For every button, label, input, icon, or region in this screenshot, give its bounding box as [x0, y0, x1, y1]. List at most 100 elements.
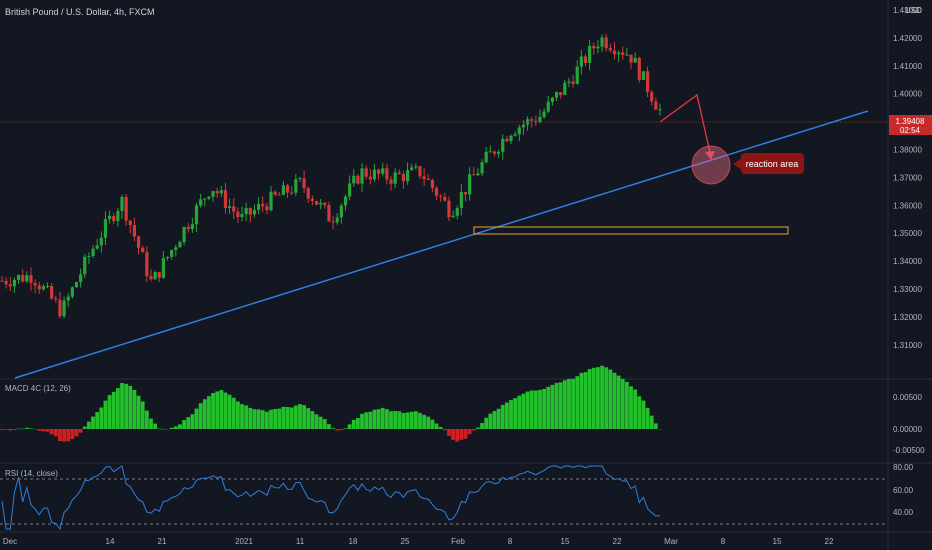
- macd-bar: [29, 428, 33, 429]
- candle-body: [298, 178, 302, 180]
- macd-bar: [124, 383, 129, 429]
- macd-bar: [120, 382, 124, 429]
- macd-bar: [87, 421, 91, 429]
- macd-bar: [178, 424, 182, 429]
- macd-bar: [426, 416, 431, 429]
- macd-bar: [376, 409, 381, 429]
- macd-bar: [335, 429, 340, 431]
- candle-body: [128, 220, 132, 226]
- candle-body: [372, 169, 377, 180]
- macd-tick-label: 0.00000: [893, 425, 922, 434]
- candle-body: [228, 206, 232, 209]
- macd-bar: [153, 423, 158, 429]
- candle-body: [389, 179, 393, 184]
- candle-body: [559, 92, 563, 96]
- candle-body: [621, 52, 625, 55]
- macd-bar: [169, 427, 174, 429]
- candle-body: [542, 111, 546, 117]
- candle-body: [74, 282, 79, 288]
- macd-bar: [186, 417, 191, 429]
- candle-body: [501, 138, 505, 152]
- countdown-timer: 02:54: [900, 126, 921, 135]
- candle-body: [530, 119, 534, 121]
- macd-bar: [500, 404, 505, 429]
- price-tick-label: 1.43000: [893, 6, 922, 15]
- macd-bar: [281, 406, 286, 429]
- macd-bar: [41, 429, 46, 432]
- price-tick-label: 1.31000: [893, 341, 922, 350]
- candle-body: [418, 166, 422, 177]
- time-tick-label: 15: [561, 537, 570, 546]
- time-tick-label: 8: [721, 537, 726, 546]
- candle-body: [459, 192, 463, 209]
- candle-body: [476, 173, 480, 176]
- macd-bar: [434, 423, 439, 429]
- candle-body: [397, 172, 401, 175]
- candle-body: [58, 299, 62, 317]
- macd-bar: [372, 409, 377, 429]
- candle-body: [232, 206, 236, 212]
- macd-bar: [517, 395, 522, 429]
- candle-body: [29, 275, 33, 283]
- macd-bar: [111, 391, 116, 429]
- candle-body: [608, 48, 612, 51]
- macd-bar: [74, 429, 79, 437]
- macd-bar: [633, 389, 638, 429]
- macd-bar: [240, 404, 244, 429]
- trading-chart[interactable]: reaction area British Pound / U.S. Dolla…: [0, 0, 932, 550]
- macd-bar: [16, 428, 21, 430]
- macd-bar: [409, 411, 414, 429]
- time-tick-label: 22: [825, 537, 834, 546]
- candle-body: [107, 215, 112, 220]
- candle-body: [79, 274, 83, 283]
- price-tick-label: 1.38000: [893, 146, 922, 155]
- macd-bar: [33, 429, 38, 430]
- candle-body: [617, 52, 621, 55]
- candle-body: [376, 169, 381, 174]
- macd-bar: [393, 410, 398, 429]
- macd-bar: [389, 411, 393, 429]
- rsi-label[interactable]: RSI (14, close): [5, 469, 58, 478]
- chart-title: British Pound / U.S. Dollar, 4h, FXCM: [5, 7, 155, 17]
- time-tick-label: 2021: [235, 537, 253, 546]
- macd-bar: [521, 393, 526, 429]
- macd-bar: [82, 426, 87, 429]
- candle-body: [625, 54, 629, 56]
- macd-label[interactable]: MACD 4C (12, 26): [5, 384, 71, 393]
- candle-body: [290, 192, 294, 194]
- current-price-value: 1.39408: [896, 117, 925, 126]
- macd-bar: [554, 382, 559, 429]
- macd-bar: [182, 420, 186, 429]
- macd-bar: [525, 391, 530, 429]
- candle-body: [207, 196, 211, 199]
- candle-body: [571, 81, 575, 84]
- candle-body: [497, 151, 501, 154]
- candle-body: [186, 227, 190, 230]
- macd-bar: [298, 404, 302, 429]
- candle-body: [538, 116, 542, 123]
- price-tick-label: 1.34000: [893, 257, 922, 266]
- candle-body: [492, 151, 497, 154]
- reaction-area-circle[interactable]: [691, 145, 731, 185]
- candle-body: [21, 275, 25, 282]
- candle-body: [157, 272, 161, 278]
- candle-body: [161, 258, 165, 278]
- macd-bar: [231, 397, 236, 429]
- macd-bar: [616, 375, 621, 429]
- macd-bar: [629, 386, 633, 429]
- candle-body: [54, 298, 58, 300]
- macd-bar: [504, 402, 509, 429]
- macd-bar: [12, 429, 17, 430]
- candle-body: [323, 202, 327, 206]
- macd-bar: [37, 429, 42, 431]
- reaction-area-callout[interactable]: reaction area: [733, 153, 804, 174]
- candle-body: [83, 256, 87, 275]
- macd-bar: [58, 429, 62, 441]
- time-tick-label: 25: [401, 537, 410, 546]
- macd-bar: [442, 429, 447, 431]
- candle-body: [248, 207, 252, 215]
- macd-bar: [339, 429, 344, 431]
- candle-body: [509, 135, 513, 142]
- time-tick-label: 11: [296, 537, 305, 546]
- macd-bar: [235, 401, 240, 429]
